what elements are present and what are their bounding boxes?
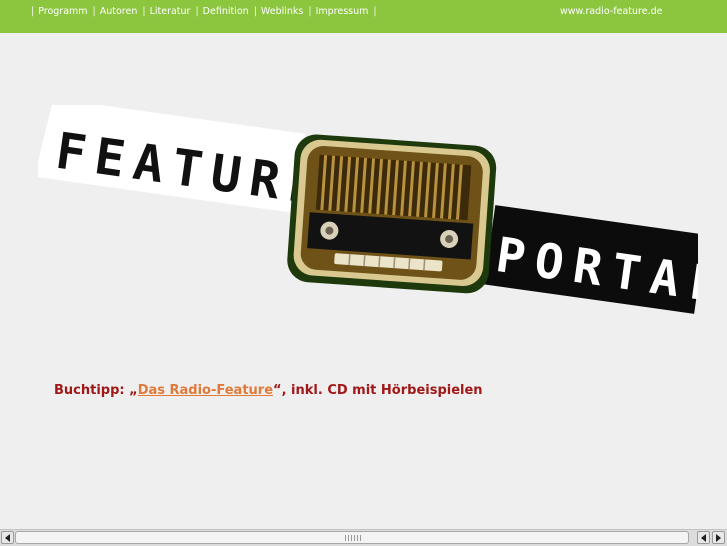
scroll-left-button-secondary[interactable]: [697, 531, 710, 544]
scrollbar-thumb[interactable]: [15, 531, 689, 544]
horizontal-scrollbar[interactable]: [0, 529, 727, 546]
triangle-left-icon: [701, 533, 706, 542]
menu-separator: |: [142, 6, 146, 17]
menu-separator: |: [31, 6, 35, 17]
portal-strip: PORTAL: [484, 205, 698, 315]
menu-separator: |: [92, 6, 96, 17]
menu-item-programm[interactable]: Programm: [38, 6, 87, 17]
menu-item-impressum[interactable]: Impressum: [316, 6, 369, 17]
triangle-right-icon: [716, 533, 721, 542]
menu-separator: |: [253, 6, 257, 17]
book-tip-suffix: “, inkl. CD mit Hörbeispielen: [273, 383, 483, 398]
menu-separator: |: [308, 6, 312, 17]
menu-item-definition[interactable]: Definition: [203, 6, 249, 17]
menu-item-autoren[interactable]: Autoren: [100, 6, 138, 17]
scroll-right-button[interactable]: [712, 531, 725, 544]
main-menu: | Programm | Autoren | Literatur | Defin…: [31, 6, 381, 17]
scrollbar-grip: [345, 535, 361, 541]
menu-item-literatur[interactable]: Literatur: [150, 6, 191, 17]
triangle-left-icon: [5, 533, 10, 542]
book-tip-prefix: Buchtipp: „: [54, 383, 138, 398]
feature-strip: FEATURE: [38, 105, 331, 217]
feature-portal-logo: FEATURE PORTAL: [38, 105, 698, 315]
scroll-left-button[interactable]: [1, 531, 14, 544]
radio-grille: [315, 154, 472, 221]
menu-separator: |: [195, 6, 199, 17]
top-navigation-bar: | Programm | Autoren | Literatur | Defin…: [0, 0, 727, 33]
radio-icon: [287, 134, 497, 294]
site-url[interactable]: www.radio-feature.de: [560, 6, 662, 17]
menu-item-weblinks[interactable]: Weblinks: [261, 6, 303, 17]
book-link[interactable]: Das Radio-Feature: [138, 383, 273, 398]
menu-separator: |: [373, 6, 377, 17]
book-tip: Buchtipp: „Das Radio-Feature“, inkl. CD …: [54, 383, 483, 398]
